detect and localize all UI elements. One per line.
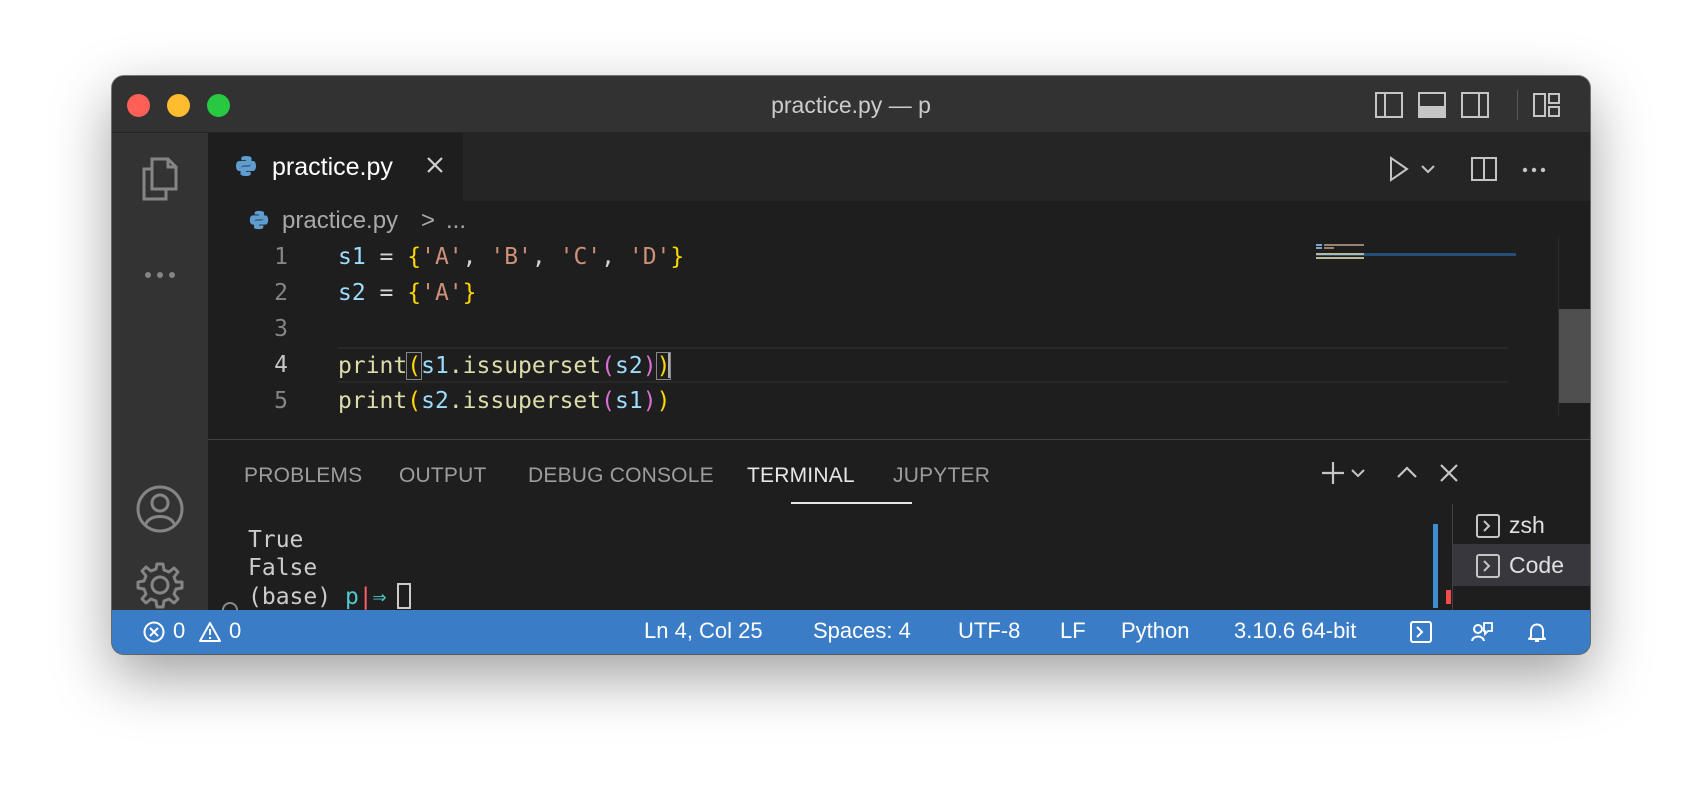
close-panel-icon[interactable] [1434, 458, 1464, 488]
breadcrumb-symbols[interactable]: ... [446, 207, 466, 235]
terminal-options-chevron-icon[interactable] [1348, 458, 1368, 488]
terminal-item-code[interactable]: Code [1453, 544, 1590, 586]
title-bar: practice.py — p [112, 76, 1590, 133]
manage-gear-icon[interactable] [134, 559, 186, 611]
notifications-bell-icon[interactable] [1525, 620, 1549, 644]
tab-label: practice.py [272, 153, 393, 181]
accounts-icon[interactable] [134, 483, 186, 535]
python-file-icon [249, 210, 269, 230]
tab-terminal[interactable]: TERMINAL [747, 464, 855, 488]
code-line: 1 s1 = {'A', 'B', 'C', 'D'} [208, 239, 1508, 275]
errors-icon[interactable] [142, 620, 166, 644]
line-number: 2 [274, 280, 288, 306]
line-number: 5 [274, 388, 288, 414]
code-line: 3 [208, 311, 1508, 347]
terminal-item-label: zsh [1509, 512, 1545, 538]
tab-close-icon[interactable] [423, 153, 447, 177]
feedback-icon[interactable] [1470, 620, 1494, 644]
active-tab-indicator [791, 502, 912, 504]
tab-problems[interactable]: PROBLEMS [244, 464, 362, 488]
toggle-primary-sidebar-icon[interactable] [1374, 91, 1404, 119]
terminal-status-icon[interactable] [1409, 620, 1433, 644]
new-terminal-plus-icon[interactable] [1318, 458, 1348, 488]
terminal-item-label: Code [1509, 552, 1564, 578]
code-line-text: s1 = {'A', 'B', 'C', 'D'} [338, 244, 685, 270]
code-line: 2 s2 = {'A'} [208, 275, 1508, 311]
indentation[interactable]: Spaces: 4 [813, 618, 911, 644]
code-editor[interactable]: 1 s1 = {'A', 'B', 'C', 'D'} 2 s2 = {'A'}… [208, 239, 1508, 419]
code-line-active: 4 print(s1.issuperset(s2)) [208, 347, 1508, 383]
terminal-item-zsh[interactable]: zsh [1453, 504, 1590, 546]
python-interpreter[interactable]: 3.10.6 64-bit [1234, 618, 1356, 644]
tab-practice-py[interactable]: practice.py [208, 133, 463, 201]
text-cursor [668, 352, 671, 378]
line-number: 4 [274, 352, 288, 378]
more-actions-icon[interactable] [1518, 153, 1550, 185]
toggle-secondary-sidebar-icon[interactable] [1460, 91, 1490, 119]
breadcrumb-separator: > [421, 207, 436, 234]
terminal-scrollbar[interactable] [1433, 524, 1438, 608]
code-line: 5 print(s2.issuperset(s1)) [208, 383, 1508, 419]
python-file-icon [236, 156, 256, 176]
window-title: practice.py — p [771, 92, 931, 118]
tab-jupyter[interactable]: JUPYTER [893, 464, 990, 488]
encoding[interactable]: UTF-8 [958, 618, 1020, 644]
terminal-icon [1476, 554, 1500, 578]
vscode-window: practice.py — p practice.py practice.py … [112, 76, 1590, 654]
errors-count[interactable]: 0 [173, 618, 185, 644]
breadcrumb: practice.py > ... [208, 201, 1590, 239]
code-line-text: print(s2.issuperset(s1)) [338, 388, 671, 414]
code-line-text: s2 = {'A'} [338, 280, 477, 306]
more-views-icon[interactable] [134, 249, 186, 301]
run-options-chevron-icon[interactable] [1418, 153, 1438, 185]
language-mode[interactable]: Python [1121, 618, 1190, 644]
minimap[interactable] [1316, 237, 1516, 417]
customize-layout-icon[interactable] [1532, 91, 1562, 119]
maximize-panel-chevron-up-icon[interactable] [1392, 458, 1422, 488]
terminal-prompt: (base) p|⇒ [248, 583, 411, 610]
tab-debug-console[interactable]: DEBUG CONSOLE [528, 464, 714, 488]
terminal-cursor [396, 583, 411, 609]
activity-bar [112, 133, 208, 628]
title-bar-divider [1517, 90, 1518, 120]
terminal-line: True [248, 527, 304, 553]
code-line-text: print(s1.issuperset(s2)) [338, 352, 672, 380]
run-python-file-icon[interactable] [1382, 153, 1414, 185]
cursor-position[interactable]: Ln 4, Col 25 [644, 618, 763, 644]
warnings-count[interactable]: 0 [229, 618, 241, 644]
bottom-panel: PROBLEMS OUTPUT DEBUG CONSOLE TERMINAL J… [208, 439, 1590, 629]
toggle-panel-icon[interactable] [1417, 91, 1447, 119]
end-of-line[interactable]: LF [1060, 618, 1086, 644]
split-editor-icon[interactable] [1468, 153, 1500, 185]
line-number: 3 [274, 316, 288, 342]
tab-output[interactable]: OUTPUT [399, 464, 487, 488]
editor-tab-bar: practice.py [208, 133, 1590, 201]
terminal-error-marker [1446, 590, 1451, 604]
explorer-icon[interactable] [134, 153, 186, 205]
terminal-line: False [248, 555, 318, 581]
line-number: 1 [274, 244, 288, 270]
warnings-icon[interactable] [198, 620, 222, 644]
editor-area: practice.py practice.py > ... 1 s1 = {'A… [208, 133, 1590, 629]
breadcrumb-file[interactable]: practice.py [282, 207, 398, 235]
status-bar-items: 0 0 Ln 4, Col 25 Spaces: 4 UTF-8 LF Pyth… [112, 610, 1590, 654]
editor-scrollbar-thumb[interactable] [1559, 309, 1590, 403]
terminal-icon [1476, 514, 1500, 538]
